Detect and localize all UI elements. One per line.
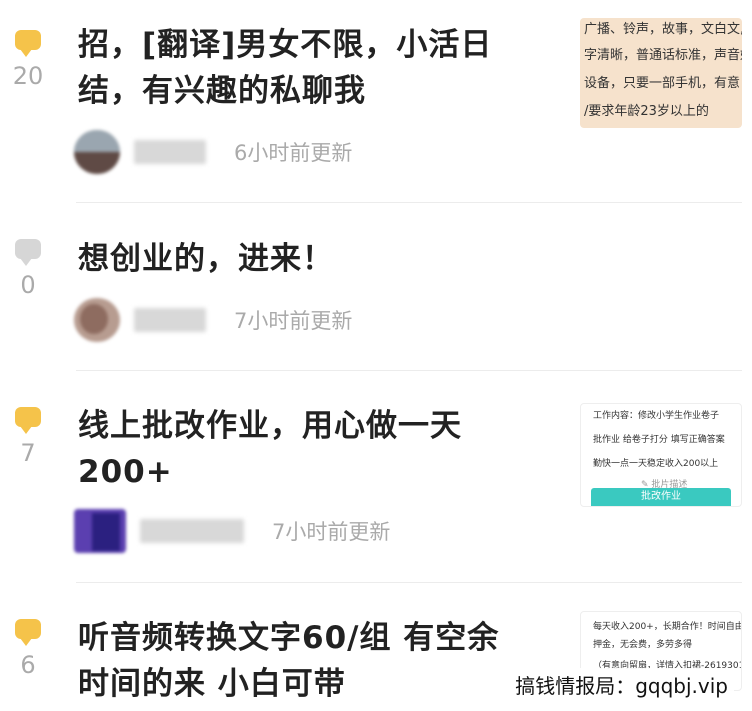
username-blurred[interactable]	[140, 519, 244, 543]
update-time: 6小时前更新	[234, 141, 353, 165]
post-thumbnail[interactable]: 工作内容：修改小学生作业卷子 批作业 给卷子打分 填写正确答案 勤快一点一天稳定…	[580, 403, 742, 507]
post-meta: 7小时前更新	[74, 509, 390, 553]
post-meta: 7小时前更新	[74, 298, 352, 342]
post-meta: 6小时前更新	[74, 130, 352, 174]
vote-count: 20	[12, 62, 44, 90]
post-title[interactable]: 线上批改作业，用心做一天 200+	[78, 403, 462, 495]
post-item[interactable]: 0 想创业的，进来！ 7小时前更新	[0, 203, 752, 370]
post-item[interactable]: 7 线上批改作业，用心做一天 200+ 7小时前更新 工作内容：修改小学生作业卷…	[0, 371, 752, 581]
thumbnail-banner: 批改作业	[591, 488, 731, 506]
vote-count: 0	[20, 271, 36, 299]
vote-column: 20	[8, 30, 48, 90]
post-title[interactable]: 听音频转换文字60/组 有空余 时间的来 小白可带	[78, 615, 499, 707]
avatar[interactable]	[74, 509, 126, 553]
update-time: 7小时前更新	[272, 520, 391, 544]
username-blurred[interactable]	[134, 308, 206, 332]
vote-column: 0	[8, 239, 48, 299]
update-time: 7小时前更新	[234, 309, 353, 333]
comment-bubble-icon[interactable]	[15, 239, 41, 266]
post-thumbnail[interactable]: 广播、铃声，故事，文白文, 字清晰，普通话标准，声音好 设备，只要一部手机，有意…	[580, 18, 742, 128]
comment-bubble-icon[interactable]	[15, 407, 41, 434]
vote-column: 7	[8, 407, 48, 467]
vote-count: 7	[20, 439, 36, 467]
avatar[interactable]	[74, 130, 120, 174]
vote-count: 6	[20, 651, 36, 679]
comment-bubble-icon[interactable]	[15, 619, 41, 646]
username-blurred[interactable]	[134, 140, 206, 164]
avatar[interactable]	[74, 298, 120, 342]
post-item[interactable]: 20 招，[翻译]男女不限，小活日 结，有兴趣的私聊我 6小时前更新 广播、铃声…	[0, 0, 752, 200]
watermark: 搞钱情报局：gqqbj.vip	[509, 668, 734, 701]
comment-bubble-icon[interactable]	[15, 30, 41, 57]
vote-column: 6	[8, 619, 48, 679]
post-title[interactable]: 招，[翻译]男女不限，小活日 结，有兴趣的私聊我	[78, 22, 492, 114]
post-title[interactable]: 想创业的，进来！	[78, 236, 334, 282]
